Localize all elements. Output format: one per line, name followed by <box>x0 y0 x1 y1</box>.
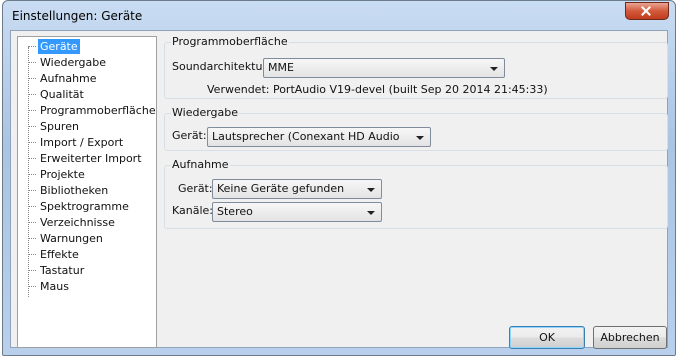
using-text: Verwendet: PortAudio V19-devel (built Se… <box>207 83 548 96</box>
tree-item-label: Effekte <box>40 248 79 261</box>
tree-item-label: Verzeichnisse <box>40 216 115 229</box>
close-icon[interactable] <box>625 2 669 20</box>
chevron-down-icon <box>367 211 375 215</box>
recording-group-title: Aufnahme <box>171 158 230 172</box>
playback-device-value: Lautsprecher (Conexant HD Audio <box>212 130 400 143</box>
interface-group-title: Programmoberfläche <box>171 35 289 49</box>
interface-group: Programmoberfläche Soundarchitektur: MME… <box>164 35 668 99</box>
playback-group: Wiedergabe Gerät: Lautsprecher (Conexant… <box>164 106 668 151</box>
chevron-down-icon <box>416 136 424 140</box>
recording-group: Aufnahme Gerät: Keine Geräte gefunden Ka… <box>164 158 668 229</box>
tree-branch <box>28 206 36 207</box>
tree-item-label: Spektrogramme <box>40 200 129 213</box>
chevron-down-icon <box>367 188 375 192</box>
channels-select-value: Stereo <box>217 205 253 218</box>
tree-item-label: Wiedergabe <box>40 56 107 69</box>
tree-branch <box>28 190 36 191</box>
recording-device-value: Keine Geräte gefunden <box>217 182 345 195</box>
tree-branch <box>28 238 36 239</box>
recording-device-label: Gerät: <box>178 182 213 195</box>
tree-item-label: Tastatur <box>40 264 85 277</box>
dialog-body: Geräte Wiedergabe Aufnahme Qualität Prog… <box>10 30 668 349</box>
tree-branch <box>28 78 36 79</box>
tree-branch <box>28 110 36 111</box>
tree-branch <box>28 254 36 255</box>
tree-branch <box>28 62 36 63</box>
tree-item-label: Projekte <box>40 168 85 181</box>
tree-branch <box>28 46 36 47</box>
tree-branch <box>28 142 36 143</box>
window-title: Einstellungen: Geräte <box>12 9 143 23</box>
ok-button[interactable]: OK <box>509 326 585 349</box>
tree-connector-line <box>28 47 30 297</box>
host-select-value: MME <box>268 61 294 74</box>
host-select[interactable]: MME <box>263 58 505 78</box>
playback-group-title: Wiedergabe <box>171 106 240 120</box>
title-bar[interactable]: Einstellungen: Geräte <box>3 1 675 31</box>
playback-device-label: Gerät: <box>172 129 207 142</box>
tree-item-label: Geräte <box>38 39 80 54</box>
tree-branch <box>28 174 36 175</box>
channels-label: Kanäle: <box>172 204 214 217</box>
channels-select[interactable]: Stereo <box>212 202 382 222</box>
tree-item-label: Warnungen <box>40 232 103 245</box>
tree-branch <box>28 270 36 271</box>
tree-item-label: Aufnahme <box>40 72 97 85</box>
tree-branch <box>28 94 36 95</box>
tree-branch <box>28 126 36 127</box>
tree-item-label: Spuren <box>40 120 79 133</box>
tree-branch <box>28 286 36 287</box>
tree-item-label: Bibliotheken <box>40 184 109 197</box>
tree-branch <box>28 158 36 159</box>
cancel-button[interactable]: Abbrechen <box>593 326 667 349</box>
recording-device-select[interactable]: Keine Geräte gefunden <box>212 179 382 199</box>
tree-branch <box>28 222 36 223</box>
tree-item-label: Maus <box>40 280 69 293</box>
chevron-down-icon <box>490 67 498 71</box>
preferences-window: Einstellungen: Geräte Geräte Wiedergabe … <box>2 0 676 356</box>
tree-item-label: Qualität <box>40 88 84 101</box>
category-tree[interactable]: Geräte Wiedergabe Aufnahme Qualität Prog… <box>17 36 157 348</box>
tree-item-label: Erweiterter Import <box>40 152 142 165</box>
host-label: Soundarchitektur: <box>172 60 271 73</box>
playback-device-select[interactable]: Lautsprecher (Conexant HD Audio <box>207 127 431 147</box>
tree-item-label: Programmoberfläche <box>40 104 156 117</box>
tree-item-label: Import / Export <box>40 136 124 149</box>
